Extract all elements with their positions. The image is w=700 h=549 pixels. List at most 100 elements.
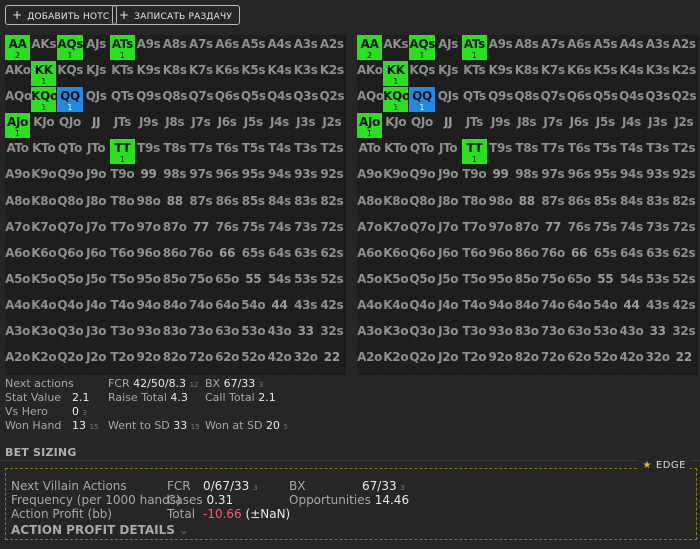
- hand-cell[interactable]: K6s: [214, 61, 241, 88]
- hand-cell[interactable]: Q7o: [57, 217, 84, 244]
- hand-cell[interactable]: 64s: [266, 243, 294, 270]
- hand-cell[interactable]: T5o: [461, 269, 488, 296]
- hand-cell[interactable]: T3s: [293, 139, 320, 166]
- hand-cell[interactable]: AQo: [357, 87, 384, 114]
- hand-cell[interactable]: 32s: [319, 322, 346, 349]
- hand-cell[interactable]: AQs 1: [57, 35, 84, 62]
- hand-cell[interactable]: J2s: [671, 113, 698, 140]
- hand-cell[interactable]: J3o: [435, 322, 462, 349]
- hand-cell[interactable]: J5s: [240, 113, 267, 140]
- hand-cell[interactable]: Q3o: [57, 322, 84, 349]
- hand-cell[interactable]: J7o: [83, 217, 110, 244]
- hand-cell[interactable]: 73o: [540, 322, 567, 349]
- hand-cell[interactable]: Q6s: [214, 87, 241, 114]
- hand-cell[interactable]: K6o: [383, 243, 410, 270]
- hand-cell[interactable]: A4o: [357, 295, 384, 323]
- hand-cell[interactable]: 64s: [618, 243, 646, 270]
- hand-cell[interactable]: T7o: [109, 217, 136, 244]
- hand-cell[interactable]: K9o: [31, 165, 58, 192]
- hand-cell[interactable]: 66: [566, 243, 593, 270]
- hand-cell[interactable]: Q4s: [266, 87, 294, 114]
- hand-cell[interactable]: A3o: [5, 322, 32, 349]
- hand-cell[interactable]: Q2o: [409, 348, 436, 375]
- hand-cell[interactable]: T4o: [461, 295, 488, 323]
- hand-cell[interactable]: J7s: [188, 113, 215, 140]
- hand-cell[interactable]: Q7s: [188, 87, 215, 114]
- hand-cell[interactable]: 54s: [618, 269, 646, 296]
- hand-cell[interactable]: Q6o: [57, 243, 84, 270]
- hand-cell[interactable]: Q8o: [409, 191, 436, 218]
- hand-cell[interactable]: J5s: [592, 113, 619, 140]
- hand-cell[interactable]: A7s: [188, 35, 215, 62]
- hand-cell[interactable]: J8s: [162, 113, 189, 140]
- hand-cell[interactable]: KTs: [461, 61, 488, 88]
- hand-cell[interactable]: 86o: [514, 243, 541, 270]
- hand-cell[interactable]: 84s: [618, 191, 646, 218]
- hand-cell[interactable]: Q3o: [409, 322, 436, 349]
- hand-cell[interactable]: K8s: [514, 61, 541, 88]
- hand-cell[interactable]: 86s: [566, 191, 593, 218]
- hand-cell[interactable]: 88: [514, 191, 541, 218]
- hand-cell[interactable]: TT 1: [461, 139, 488, 166]
- hand-cell[interactable]: T8s: [514, 139, 541, 166]
- hand-cell[interactable]: Q9s: [135, 87, 163, 114]
- hand-cell[interactable]: 43o: [266, 322, 294, 349]
- hand-cell[interactable]: Q9o: [57, 165, 84, 192]
- hand-cell[interactable]: 97s: [188, 165, 215, 192]
- hand-cell[interactable]: 42s: [671, 295, 698, 323]
- hand-cell[interactable]: 74s: [266, 217, 294, 244]
- hand-cell[interactable]: K4s: [266, 61, 294, 88]
- hand-cell[interactable]: ATs 1: [461, 35, 488, 62]
- hand-cell[interactable]: 65o: [566, 269, 593, 296]
- hand-cell[interactable]: J4s: [618, 113, 646, 140]
- hand-cell[interactable]: 98s: [162, 165, 189, 192]
- hand-cell[interactable]: A3s: [293, 35, 320, 62]
- hand-cell[interactable]: 87s: [540, 191, 567, 218]
- hand-cell[interactable]: K3o: [383, 322, 410, 349]
- hand-cell[interactable]: 65s: [240, 243, 267, 270]
- hand-cell[interactable]: 98s: [514, 165, 541, 192]
- hand-cell[interactable]: T8o: [461, 191, 488, 218]
- hand-cell[interactable]: 62s: [671, 243, 698, 270]
- hand-cell[interactable]: KQo 1: [31, 87, 58, 114]
- hand-cell[interactable]: 93s: [645, 165, 672, 192]
- hand-cell[interactable]: 86o: [162, 243, 189, 270]
- hand-cell[interactable]: 96s: [566, 165, 593, 192]
- hand-cell[interactable]: 75o: [540, 269, 567, 296]
- hand-cell[interactable]: 72s: [671, 217, 698, 244]
- hand-cell[interactable]: 84o: [162, 295, 189, 323]
- hand-cell[interactable]: KQs: [409, 61, 436, 88]
- hand-cell[interactable]: 94o: [135, 295, 163, 323]
- hand-cell[interactable]: Q9s: [487, 87, 515, 114]
- hand-cell[interactable]: ATs 1: [109, 35, 136, 62]
- hand-cell[interactable]: QTs: [109, 87, 136, 114]
- hand-cell[interactable]: TT 1: [109, 139, 136, 166]
- hand-cell[interactable]: J9o: [83, 165, 110, 192]
- hand-cell[interactable]: 98o: [135, 191, 163, 218]
- hand-cell[interactable]: A7o: [357, 217, 384, 244]
- hand-cell[interactable]: 85s: [240, 191, 267, 218]
- hand-cell[interactable]: Q6o: [409, 243, 436, 270]
- hand-cell[interactable]: A8s: [514, 35, 541, 62]
- hand-cell[interactable]: 75s: [592, 217, 619, 244]
- hand-cell[interactable]: J7s: [540, 113, 567, 140]
- hand-cell[interactable]: A8o: [5, 191, 32, 218]
- hand-cell[interactable]: J9s: [487, 113, 515, 140]
- hand-cell[interactable]: T5s: [592, 139, 619, 166]
- hand-cell[interactable]: 76o: [188, 243, 215, 270]
- hand-cell[interactable]: J3o: [83, 322, 110, 349]
- hand-cell[interactable]: KTo: [31, 139, 58, 166]
- hand-cell[interactable]: 92s: [671, 165, 698, 192]
- hand-cell[interactable]: A2o: [5, 348, 32, 375]
- hand-cell[interactable]: A4o: [5, 295, 32, 323]
- hand-cell[interactable]: 62o: [214, 348, 241, 375]
- hand-cell[interactable]: T7s: [188, 139, 215, 166]
- hand-cell[interactable]: J6o: [435, 243, 462, 270]
- hand-cell[interactable]: Q6s: [566, 87, 593, 114]
- hand-cell[interactable]: 83s: [645, 191, 672, 218]
- hand-cell[interactable]: QJo: [57, 113, 84, 140]
- hand-cell[interactable]: 92s: [319, 165, 346, 192]
- hand-cell[interactable]: KJo: [31, 113, 58, 140]
- hand-cell[interactable]: JJ: [83, 113, 110, 140]
- add-notes-button[interactable]: + ДОБАВИТЬ НОТС: [5, 5, 118, 25]
